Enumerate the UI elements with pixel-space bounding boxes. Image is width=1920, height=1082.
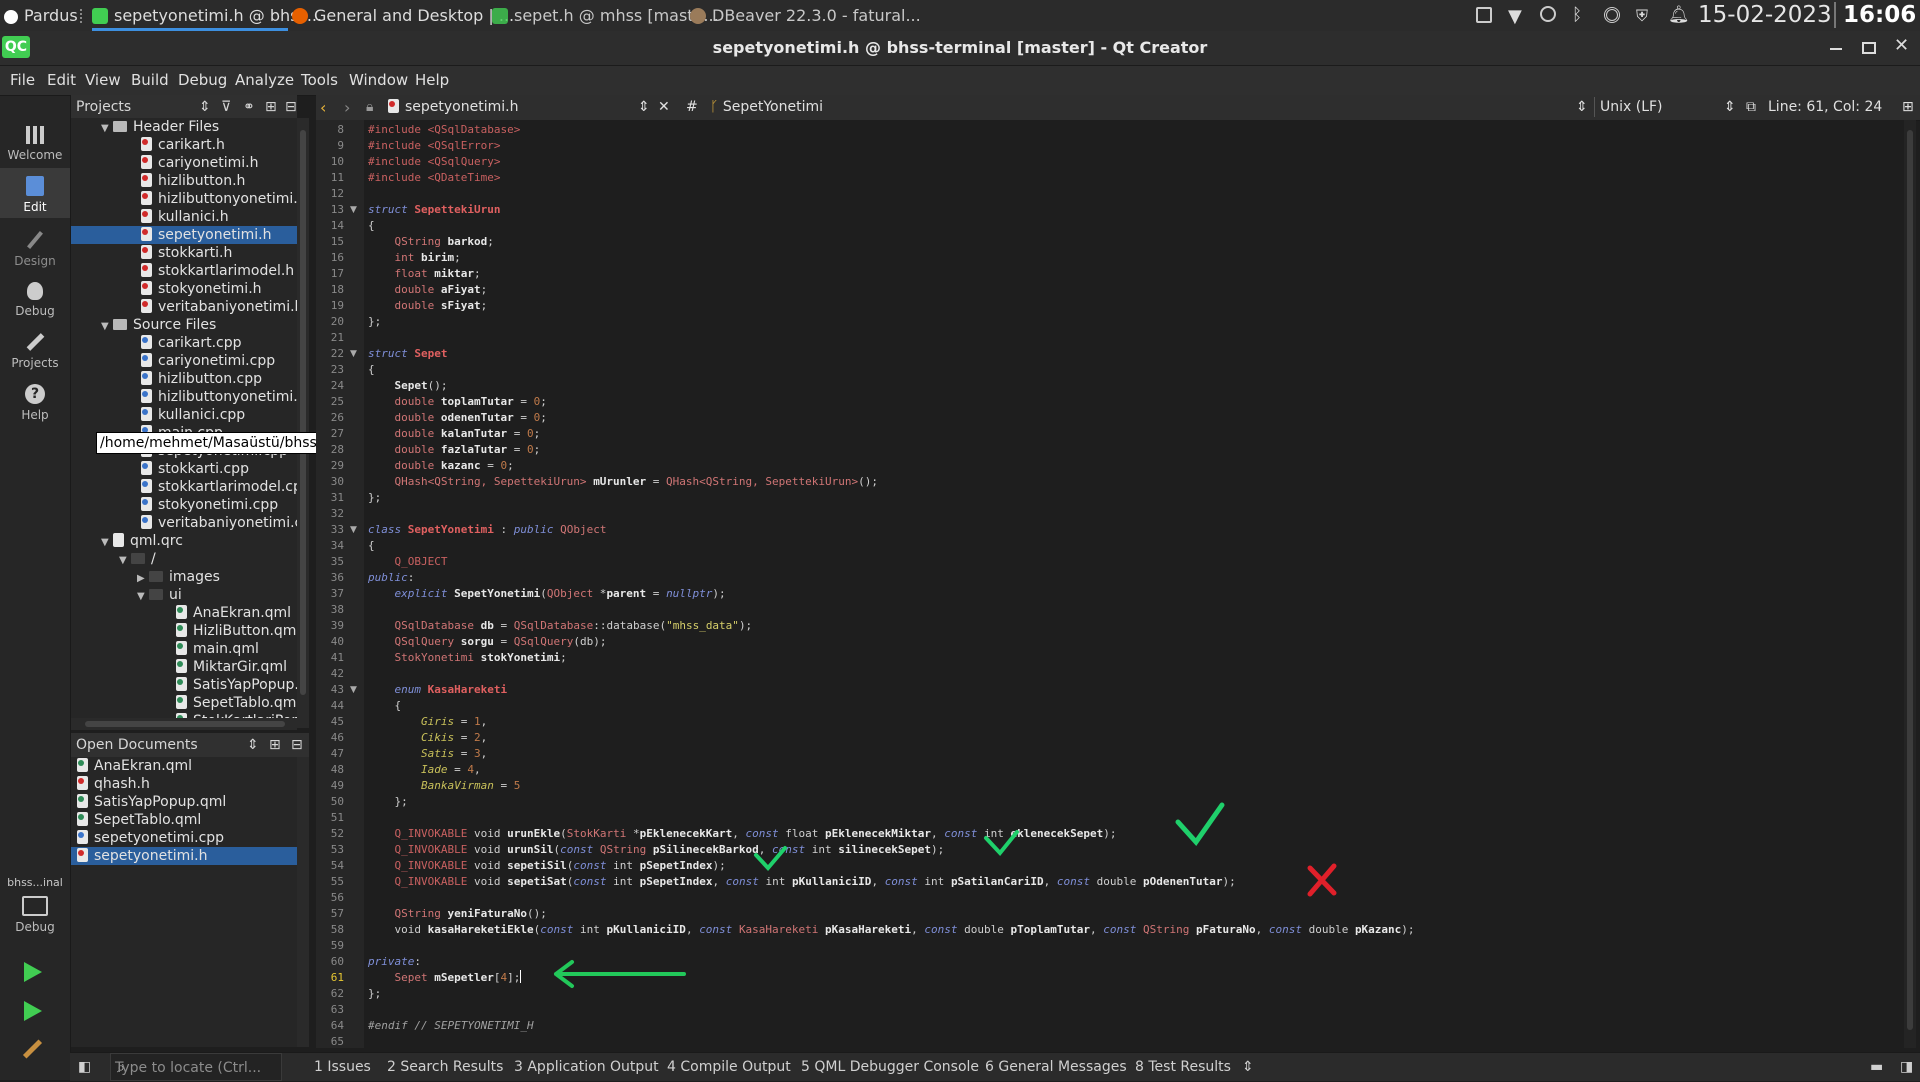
updown-icon[interactable]: ⇕ [1242, 1053, 1254, 1081]
tab-compile-output[interactable]: 4 Compile Output [667, 1053, 791, 1081]
progress-details-icon[interactable]: ▬ [1870, 1053, 1883, 1081]
output-pane-bar: ◧ ⌕ Type to locate (Ctrl... 1 Issues 2 S… [70, 1052, 1920, 1081]
cross-icon [1307, 863, 1337, 897]
toggle-right-sidebar-icon[interactable]: ◨ [1900, 1053, 1913, 1081]
tab-test-results[interactable]: 8 Test Results [1135, 1053, 1231, 1081]
tab-application-output[interactable]: 3 Application Output [514, 1053, 659, 1081]
tab-issues[interactable]: 1 Issues [314, 1053, 371, 1081]
tab-general-messages[interactable]: 6 General Messages [985, 1053, 1127, 1081]
locator-input[interactable]: ⌕ Type to locate (Ctrl... [110, 1053, 282, 1081]
annotation-overlay [554, 802, 1337, 988]
tab-search-results[interactable]: 2 Search Results [387, 1053, 503, 1081]
checkmark-icon [984, 830, 1019, 857]
checkmark-icon [754, 846, 787, 872]
toggle-sidebar-icon[interactable]: ◧ [78, 1053, 91, 1081]
tab-qml-debugger-console[interactable]: 5 QML Debugger Console [801, 1053, 979, 1081]
arrow-left-icon [554, 960, 686, 988]
checkmark-icon [1175, 802, 1225, 847]
